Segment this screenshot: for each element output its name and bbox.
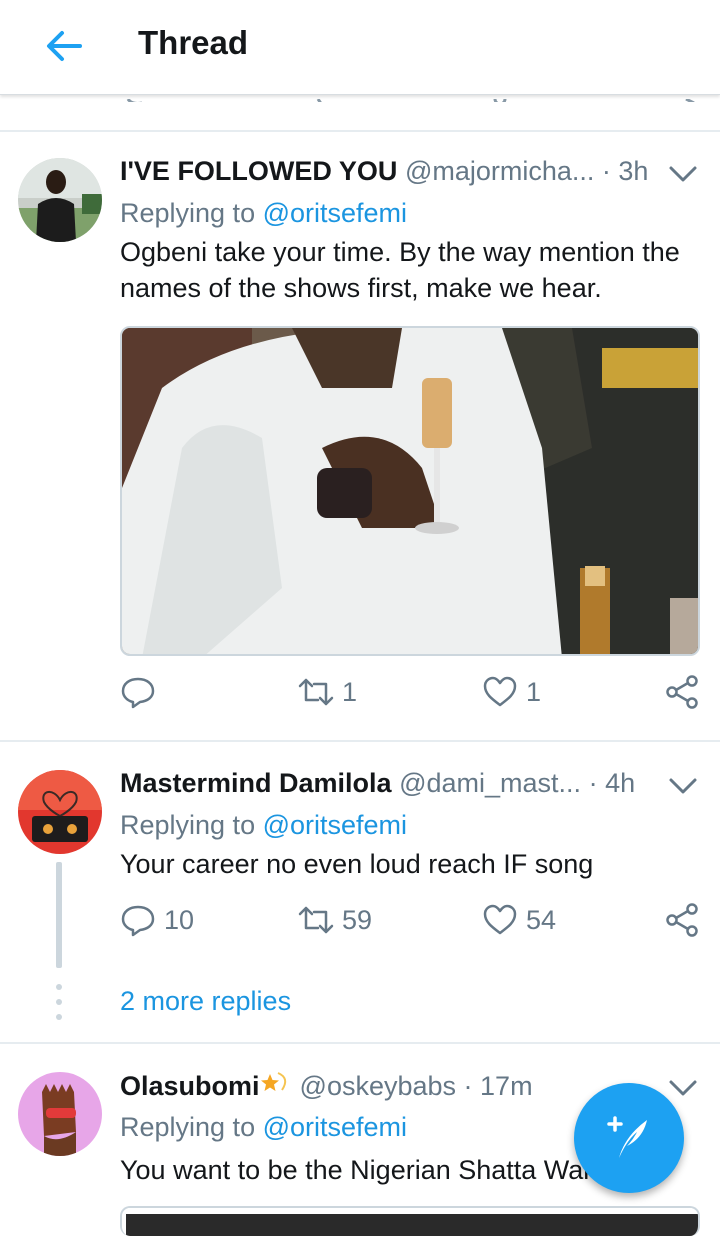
- timestamp: · 17m: [463, 1071, 533, 1101]
- thread-dot: [56, 984, 62, 990]
- avatar[interactable]: [18, 770, 102, 854]
- more-replies-link[interactable]: 2 more replies: [120, 986, 291, 1017]
- reply-icon: [121, 905, 155, 937]
- share-button[interactable]: [664, 672, 700, 712]
- like-count: 1: [526, 676, 542, 707]
- retweet-button[interactable]: 59: [298, 900, 372, 940]
- share-icon: [666, 675, 698, 709]
- replying-to-handle[interactable]: @oritsefemi: [263, 1112, 407, 1142]
- reply-count: 10: [164, 904, 195, 935]
- top-bar: Thread: [0, 0, 720, 95]
- thread-dot: [56, 1014, 62, 1020]
- reply-icon: [121, 677, 155, 709]
- compose-icon: [607, 1116, 647, 1158]
- tweet-actions: 1 1: [120, 672, 710, 712]
- share-icon: [666, 903, 698, 937]
- replying-to-handle[interactable]: @oritsefemi: [263, 810, 407, 840]
- timestamp: · 4h: [588, 768, 636, 798]
- display-name[interactable]: I'VE FOLLOWED YOU: [120, 156, 397, 186]
- like-icon: [483, 676, 517, 707]
- chevron-down-icon[interactable]: [668, 1078, 698, 1098]
- retweet-count: 59: [342, 904, 373, 935]
- chevron-down-icon[interactable]: [668, 776, 698, 796]
- tweet-header: Olasubomi @oskeybabs · 17m: [120, 1070, 533, 1102]
- like-button[interactable]: 54: [482, 900, 556, 940]
- arrow-left-icon[interactable]: [44, 28, 84, 64]
- page-title: Thread: [138, 24, 249, 61]
- replying-to: Replying to @oritsefemi: [120, 1112, 407, 1143]
- replying-to-label: Replying to: [120, 198, 263, 228]
- like-count: 54: [526, 904, 557, 935]
- user-handle[interactable]: @oskeybabs: [300, 1071, 457, 1101]
- tweet-header: I'VE FOLLOWED YOU @majormicha... · 3h: [120, 156, 648, 187]
- retweet-icon: [298, 906, 334, 934]
- previous-tweet-actions-peek: [0, 94, 720, 102]
- display-name[interactable]: Olasubomi: [120, 1071, 260, 1101]
- avatar[interactable]: [18, 158, 102, 242]
- compose-tweet-button[interactable]: [574, 1083, 684, 1193]
- display-name[interactable]: Mastermind Damilola: [120, 768, 392, 798]
- star-icon: [260, 1072, 286, 1091]
- like-button[interactable]: 1: [482, 672, 541, 712]
- tweet-text-line: Ogbeni take your time. By the way mentio…: [120, 237, 680, 267]
- tweet-actions: 10 59 54: [120, 900, 710, 940]
- replying-to-label: Replying to: [120, 1112, 263, 1142]
- reply-button[interactable]: [120, 672, 164, 712]
- chevron-down-icon[interactable]: [668, 164, 698, 184]
- tweet-item[interactable]: I'VE FOLLOWED YOU @majormicha... · 3h Re…: [0, 130, 720, 740]
- replying-to-handle[interactable]: @oritsefemi: [263, 198, 407, 228]
- tweet-text: Your career no even loud reach IF song: [120, 846, 710, 882]
- tweet-text-line: Your career no even loud reach IF song: [120, 849, 594, 879]
- tweet-header: Mastermind Damilola @dami_mast... · 4h: [120, 768, 635, 799]
- share-button[interactable]: [664, 900, 700, 940]
- avatar[interactable]: [18, 1072, 102, 1156]
- thread-connector-line: [56, 862, 62, 968]
- replying-to: Replying to @oritsefemi: [120, 198, 407, 229]
- tweet-item[interactable]: Mastermind Damilola @dami_mast... · 4h R…: [0, 742, 720, 1042]
- retweet-icon: [298, 678, 334, 706]
- tweet-text-line: names of the shows first, make we hear.: [120, 273, 602, 303]
- like-icon: [483, 904, 517, 935]
- retweet-count: 1: [342, 676, 358, 707]
- tweet-media-image[interactable]: [120, 326, 700, 656]
- thread-dot: [56, 999, 62, 1005]
- tweet-text: Ogbeni take your time. By the way mentio…: [120, 234, 710, 306]
- reply-button[interactable]: 10: [120, 900, 194, 940]
- user-handle[interactable]: @majormicha...: [405, 156, 594, 186]
- user-handle[interactable]: @dami_mast...: [399, 768, 581, 798]
- replying-to-label: Replying to: [120, 810, 263, 840]
- tweet-media-image[interactable]: [120, 1206, 700, 1236]
- timestamp: · 3h: [601, 156, 649, 186]
- retweet-button[interactable]: 1: [298, 672, 357, 712]
- replying-to: Replying to @oritsefemi: [120, 810, 407, 841]
